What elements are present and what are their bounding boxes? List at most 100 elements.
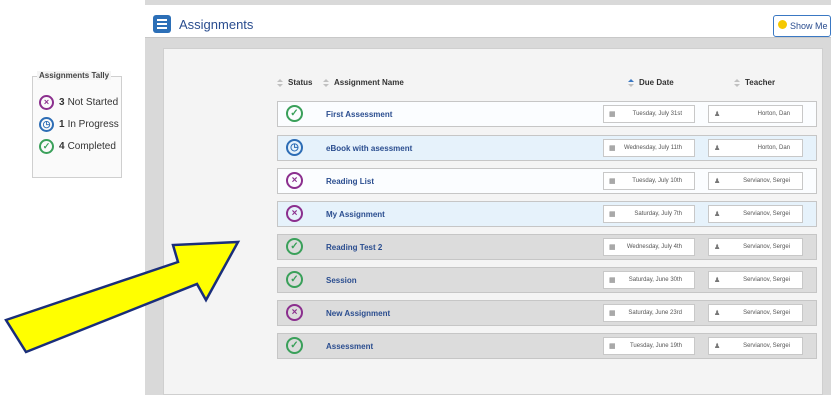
- calendar-icon: ▦: [609, 145, 616, 152]
- person-icon: ♟: [714, 343, 721, 350]
- person-icon: ♟: [714, 310, 721, 317]
- assignment-name-link[interactable]: eBook with asessment: [326, 144, 412, 153]
- assignment-name-link[interactable]: New Assignment: [326, 309, 390, 318]
- person-icon: ♟: [714, 211, 721, 218]
- show-me-how-label: Show Me How: [790, 21, 830, 31]
- calendar-icon: ▦: [609, 178, 616, 185]
- teacher-text: Servianov, Sergei: [743, 343, 790, 349]
- x-circle-icon: ×: [286, 172, 303, 189]
- due-date-field: ▦ Wednesday, July 11th: [603, 139, 695, 157]
- person-icon: ♟: [714, 145, 721, 152]
- due-date-text: Saturday, July 7th: [634, 211, 682, 217]
- sort-icon: [323, 78, 329, 87]
- due-date-text: Wednesday, July 4th: [626, 244, 682, 250]
- sort-icon: [734, 78, 740, 87]
- tally-in-progress: ◷ 1 In Progress: [39, 115, 119, 133]
- teacher-field: ♟ Servianov, Sergei: [708, 238, 803, 256]
- teacher-field: ♟ Servianov, Sergei: [708, 304, 803, 322]
- table-row[interactable]: ✓ Session ▦ Saturday, June 30th ♟ Serviano…: [277, 267, 817, 293]
- table-row[interactable]: ✓ Reading Test 2 ▦ Wednesday, July 4th ♟ S…: [277, 234, 817, 260]
- due-date-text: Wednesday, July 11th: [623, 145, 682, 151]
- calendar-icon: ▦: [609, 111, 616, 118]
- page-title: Assignments: [179, 17, 254, 32]
- teacher-field: ♟ Servianov, Sergei: [708, 172, 803, 190]
- column-label: Assignment Name: [334, 78, 404, 87]
- x-circle-icon: ×: [286, 205, 303, 222]
- teacher-field: ♟ Servianov, Sergei: [708, 271, 803, 289]
- tally-not-started: × 3 Not Started: [39, 93, 118, 111]
- due-date-field: ▦ Tuesday, July 31st: [603, 105, 695, 123]
- hamburger-menu-icon[interactable]: [153, 15, 171, 33]
- teacher-field: ♟ Horton, Dan: [708, 105, 803, 123]
- due-date-field: ▦ Wednesday, July 4th: [603, 238, 695, 256]
- assignment-name-link[interactable]: Assessment: [326, 342, 373, 351]
- due-date-text: Tuesday, July 10th: [632, 178, 682, 184]
- due-date-text: Tuesday, July 31st: [632, 111, 682, 117]
- assignment-name-link[interactable]: First Assessment: [326, 110, 392, 119]
- teacher-text: Horton, Dan: [757, 111, 790, 117]
- column-header-status[interactable]: Status: [277, 78, 312, 87]
- table-row[interactable]: ◷ eBook with asessment ▦ Wednesday, July …: [277, 135, 817, 161]
- column-label: Teacher: [745, 78, 776, 87]
- column-label: Due Date: [639, 78, 674, 87]
- table-row[interactable]: ✓ First Assessment ▦ Tuesday, July 31st ♟…: [277, 101, 817, 127]
- lightbulb-icon: [778, 20, 787, 29]
- tally-completed: ✓ 4 Completed: [39, 137, 116, 155]
- due-date-text: Saturday, June 23rd: [628, 310, 682, 316]
- person-icon: ♟: [714, 277, 721, 284]
- table-row[interactable]: × My Assignment ▦ Saturday, July 7th ♟ Ser…: [277, 201, 817, 227]
- due-date-field: ▦ Saturday, June 23rd: [603, 304, 695, 322]
- table-row[interactable]: × New Assignment ▦ Saturday, June 23rd ♟ S…: [277, 300, 817, 326]
- sort-icon: [277, 78, 283, 87]
- x-circle-icon: ×: [39, 94, 54, 110]
- sort-ascending-icon: [628, 78, 634, 87]
- due-date-field: ▦ Saturday, July 7th: [603, 205, 695, 223]
- teacher-text: Servianov, Sergei: [743, 211, 790, 217]
- check-circle-icon: ✓: [286, 337, 303, 354]
- teacher-field: ♟ Horton, Dan: [708, 139, 803, 157]
- due-date-field: ▦ Tuesday, June 19th: [603, 337, 695, 355]
- assignment-name-link[interactable]: Session: [326, 276, 357, 285]
- tally-count: 3: [59, 96, 65, 108]
- tally-label: Not Started: [67, 96, 119, 108]
- assignment-name-link[interactable]: Reading Test 2: [326, 243, 382, 252]
- tally-count: 1: [59, 118, 65, 130]
- teacher-field: ♟ Servianov, Sergei: [708, 337, 803, 355]
- due-date-text: Tuesday, June 19th: [629, 343, 682, 349]
- tally-count: 4: [59, 140, 65, 152]
- assignments-tally: Assignments Tally × 3 Not Started ◷ 1 In…: [32, 71, 122, 178]
- top-bar: Assignments Show Me How: [145, 5, 831, 38]
- table-row[interactable]: × Reading List ▦ Tuesday, July 10th ♟ Serv…: [277, 168, 817, 194]
- assignment-name-link[interactable]: My Assignment: [326, 210, 385, 219]
- person-icon: ♟: [714, 244, 721, 251]
- assignment-name-link[interactable]: Reading List: [326, 177, 374, 186]
- show-me-how-button[interactable]: Show Me How: [773, 15, 831, 37]
- teacher-text: Horton, Dan: [757, 145, 790, 151]
- column-header-name[interactable]: Assignment Name: [323, 78, 404, 87]
- person-icon: ♟: [714, 178, 721, 185]
- column-header-teacher[interactable]: Teacher: [734, 78, 775, 87]
- clock-icon: ◷: [286, 139, 303, 156]
- teacher-text: Servianov, Sergei: [743, 277, 790, 283]
- due-date-field: ▦ Saturday, June 30th: [603, 271, 695, 289]
- column-label: Status: [288, 78, 313, 87]
- calendar-icon: ▦: [609, 211, 616, 218]
- tally-title: Assignments Tally: [37, 71, 112, 80]
- calendar-icon: ▦: [609, 244, 616, 251]
- calendar-icon: ▦: [609, 310, 616, 317]
- teacher-text: Servianov, Sergei: [743, 178, 790, 184]
- teacher-field: ♟ Servianov, Sergei: [708, 205, 803, 223]
- column-header-due-date[interactable]: Due Date: [628, 78, 674, 87]
- check-circle-icon: ✓: [39, 138, 54, 154]
- person-icon: ♟: [714, 111, 721, 118]
- tally-label: Completed: [67, 140, 116, 152]
- check-circle-icon: ✓: [286, 271, 303, 288]
- teacher-text: Servianov, Sergei: [743, 244, 790, 250]
- clock-icon: ◷: [39, 116, 54, 132]
- calendar-icon: ▦: [609, 277, 616, 284]
- x-circle-icon: ×: [286, 304, 303, 321]
- check-circle-icon: ✓: [286, 238, 303, 255]
- table-row[interactable]: ✓ Assessment ▦ Tuesday, June 19th ♟ Servia…: [277, 333, 817, 359]
- teacher-text: Servianov, Sergei: [743, 310, 790, 316]
- tally-label: In Progress: [67, 118, 119, 130]
